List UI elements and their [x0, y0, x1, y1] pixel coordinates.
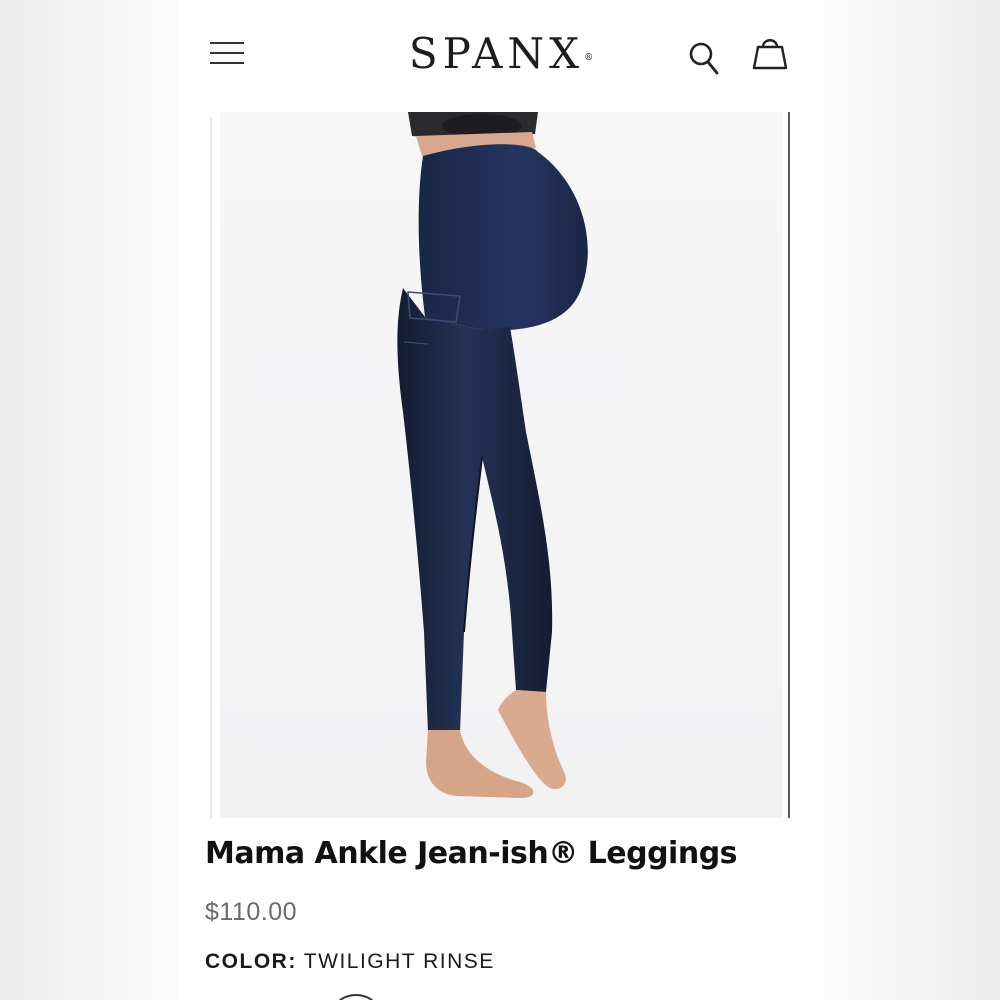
color-label: COLOR: [205, 950, 297, 973]
site-header: SPANX® [178, 0, 824, 113]
brand-name: SPANX [408, 29, 585, 78]
product-image[interactable] [220, 112, 782, 818]
color-swatch[interactable] [328, 994, 384, 1000]
search-icon[interactable] [688, 40, 720, 76]
brand-logo[interactable]: SPANX® [378, 30, 624, 78]
model-illustration [397, 112, 588, 798]
previous-slide-edge [210, 118, 212, 818]
color-selection: COLOR: TWILIGHT RINSE [205, 950, 495, 974]
product-price: $110.00 [205, 898, 298, 926]
menu-icon[interactable] [210, 40, 244, 66]
next-slide-edge [788, 112, 790, 818]
shopping-bag-icon[interactable] [750, 34, 790, 72]
product-gallery[interactable] [178, 112, 824, 818]
product-title: Mama Ankle Jean-ish® Leggings [205, 836, 738, 871]
product-page: SPANX® Mama Ankle Jean-ish® Leggings $11… [178, 0, 824, 1000]
color-value: TWILIGHT RINSE [303, 950, 495, 973]
registered-mark: ® [584, 53, 594, 63]
